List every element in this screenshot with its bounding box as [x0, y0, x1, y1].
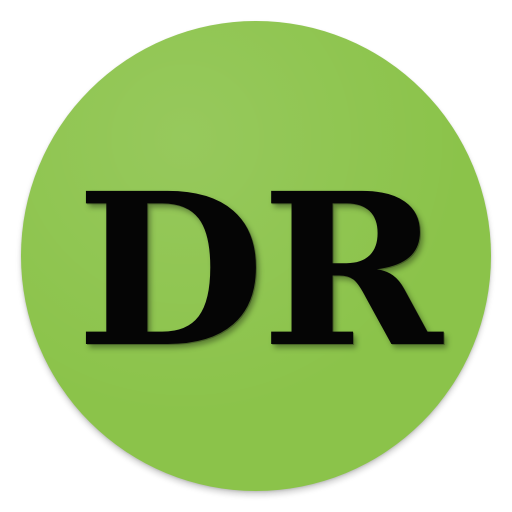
app-icon-monogram: DR — [75, 147, 443, 394]
app-icon[interactable]: DR — [21, 21, 491, 491]
app-icon-canvas: DR — [0, 0, 512, 512]
